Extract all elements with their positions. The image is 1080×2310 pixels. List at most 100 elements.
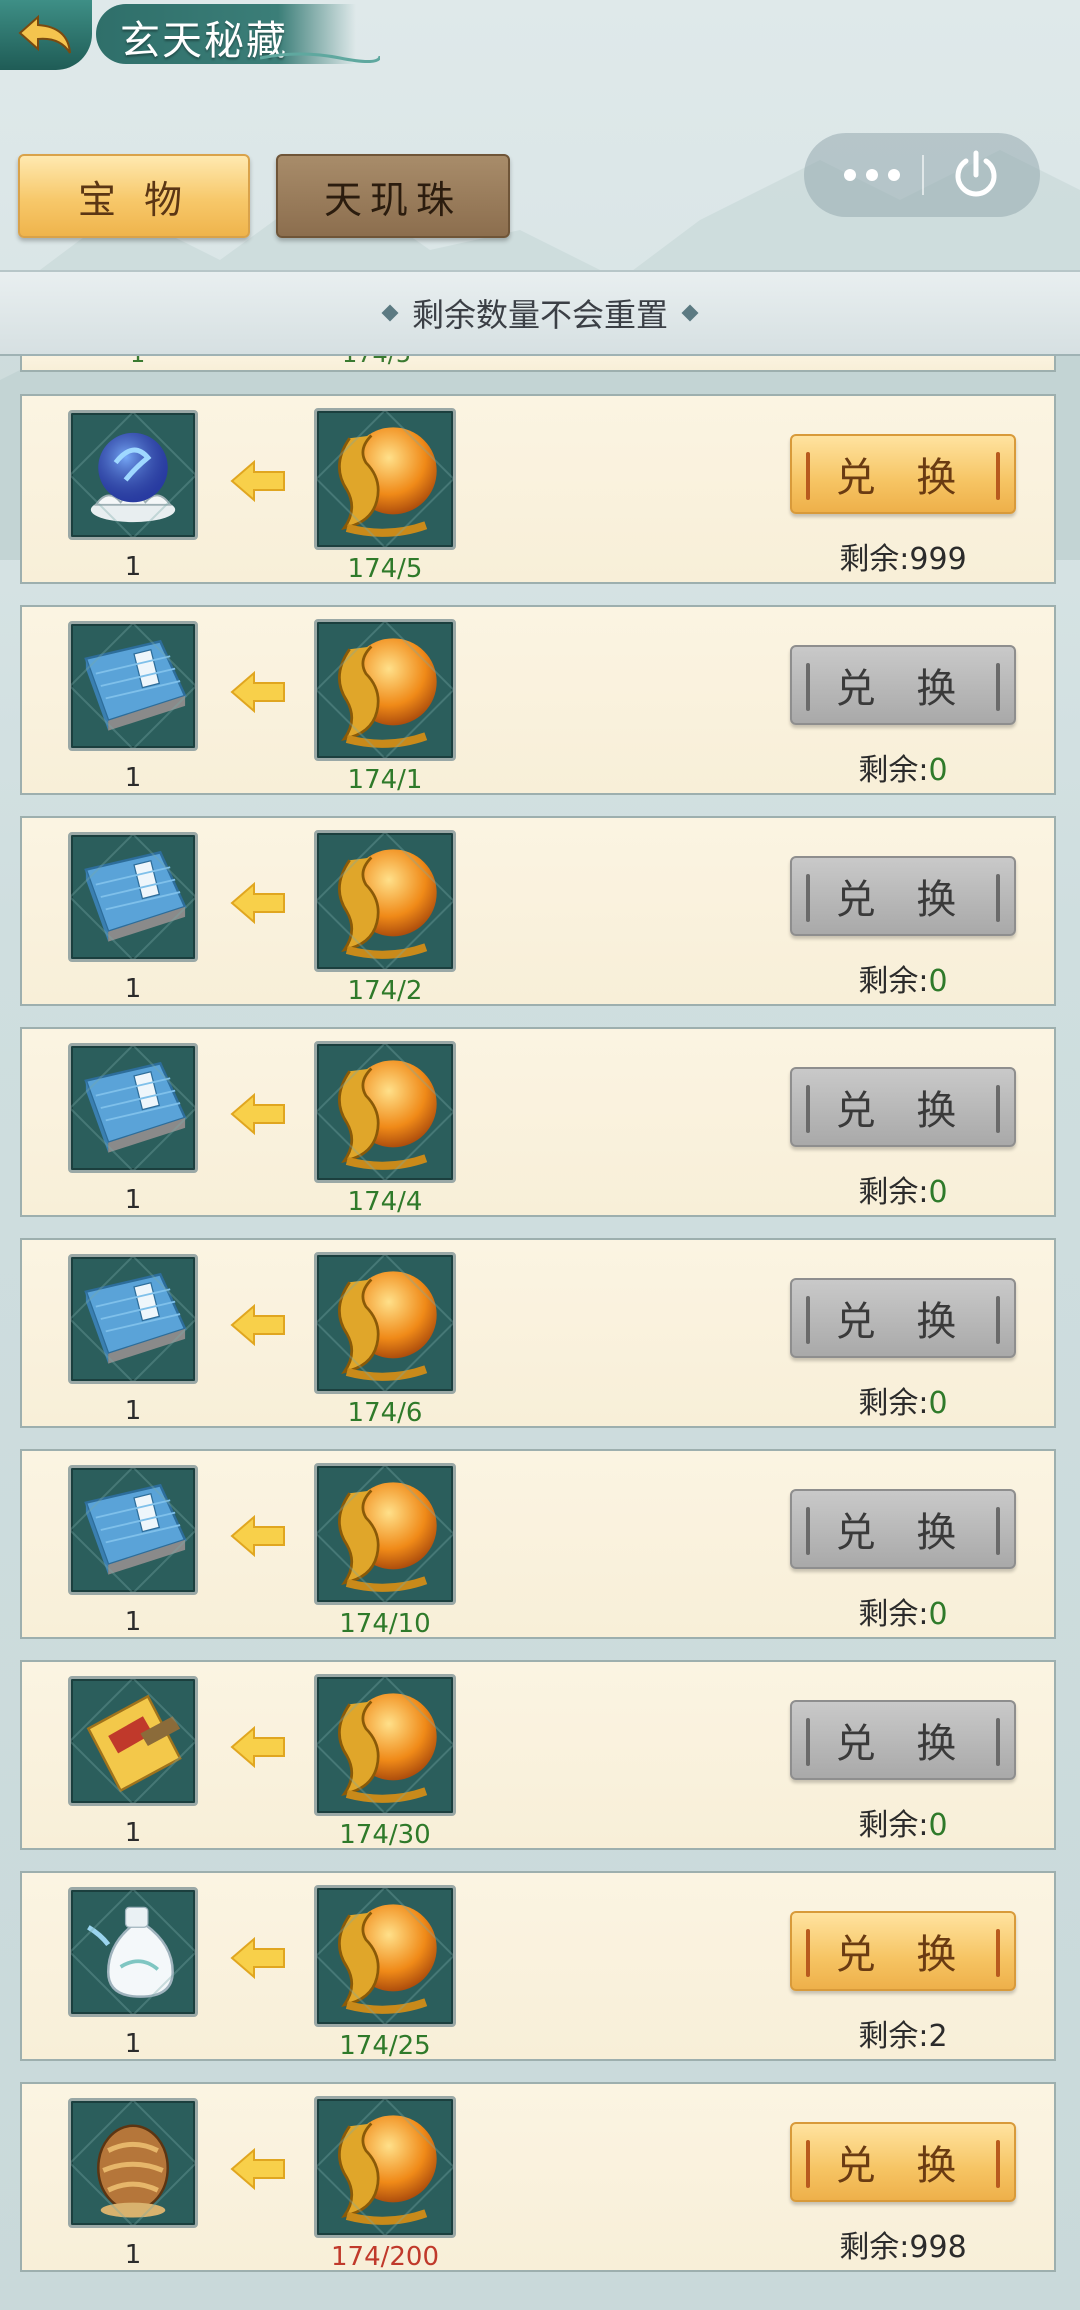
button-bar-left bbox=[806, 1296, 810, 1344]
back-button[interactable] bbox=[0, 0, 92, 70]
diamond-right-icon bbox=[681, 304, 699, 322]
tab-treasure[interactable]: 宝 物 bbox=[18, 154, 250, 238]
exchange-button-label: 兑 换 bbox=[835, 1299, 971, 1345]
remaining-count: 剩余:2 bbox=[774, 2011, 1032, 2055]
button-bar-left bbox=[806, 663, 810, 711]
button-bar-right bbox=[996, 1929, 1000, 1977]
remaining-label: 剩余: bbox=[858, 1597, 929, 1632]
button-bar-right bbox=[996, 1296, 1000, 1344]
blue-book-icon[interactable] bbox=[68, 832, 198, 962]
reward-quantity: 1 bbox=[124, 2240, 142, 2270]
tab-tianji-pearl[interactable]: 天玑珠 bbox=[276, 154, 510, 238]
reward-quantity: 1 bbox=[124, 1607, 142, 1637]
remaining-value: 0 bbox=[928, 964, 948, 999]
button-bar-left bbox=[806, 1085, 810, 1133]
exchange-arrow-icon bbox=[228, 458, 288, 504]
remaining-value: 0 bbox=[928, 753, 948, 788]
remaining-value: 0 bbox=[928, 1386, 948, 1421]
exchange-arrow-icon bbox=[228, 1513, 288, 1559]
dragon-egg-icon[interactable] bbox=[68, 2098, 198, 2228]
button-bar-right bbox=[996, 874, 1000, 922]
exchange-button-label: 兑 换 bbox=[835, 1510, 971, 1556]
cost-progress: 174/30 bbox=[339, 1820, 431, 1850]
yellow-letter-icon[interactable] bbox=[68, 1676, 198, 1806]
remaining-count: 剩余:0 bbox=[774, 745, 1032, 789]
top-bar: 玄天秘藏 bbox=[0, 0, 1080, 90]
remaining-label: 剩余: bbox=[858, 2019, 929, 2054]
more-button[interactable] bbox=[832, 153, 912, 197]
remaining-value: 999 bbox=[909, 542, 967, 577]
golden-dragon-pearl-icon[interactable] bbox=[314, 619, 456, 761]
remaining-label: 剩余: bbox=[858, 1175, 929, 1210]
exchange-row: 1 174/2 兑 换 剩余:0 bbox=[20, 816, 1056, 1006]
golden-dragon-pearl-icon[interactable] bbox=[314, 1674, 456, 1816]
exchange-row: 1 174/10 兑 换 剩余:0 bbox=[20, 1449, 1056, 1639]
reward-quantity: 1 bbox=[124, 2029, 142, 2059]
remaining-count: 剩余:0 bbox=[774, 1800, 1032, 1844]
remaining-count: 剩余:0 bbox=[774, 1589, 1032, 1633]
blue-book-icon[interactable] bbox=[68, 1254, 198, 1384]
exchange-row: 1 174/4 兑 换 剩余:0 bbox=[20, 1027, 1056, 1217]
title-swoosh-ornament bbox=[260, 52, 380, 63]
exchange-button-label: 兑 换 bbox=[835, 877, 971, 923]
exchange-button[interactable]: 兑 换 bbox=[790, 1911, 1016, 1991]
white-vase-icon[interactable] bbox=[68, 1887, 198, 2017]
exchange-row: 1 174/25 兑 换 剩余:2 bbox=[20, 1871, 1056, 2061]
button-bar-right bbox=[996, 1507, 1000, 1555]
exchange-row: 1 174/6 兑 换 剩余:0 bbox=[20, 1238, 1056, 1428]
exchange-button[interactable]: 兑 换 bbox=[790, 856, 1016, 936]
exchange-button-label: 兑 换 bbox=[835, 455, 971, 501]
reward-quantity: 1 bbox=[124, 1185, 142, 1215]
remaining-count: 剩余:998 bbox=[774, 2222, 1032, 2266]
notice-text: 剩余数量不会重置 bbox=[411, 296, 668, 334]
exchange-list[interactable]: 1 174/5 1 174/5 兑 换 剩余:999 1 174/1 兑 换 剩… bbox=[0, 352, 1080, 2310]
remaining-count: 剩余:999 bbox=[774, 534, 1032, 578]
exchange-button[interactable]: 兑 换 bbox=[790, 2122, 1016, 2202]
exchange-row: 1 174/1 兑 换 剩余:0 bbox=[20, 605, 1056, 795]
cost-progress: 174/2 bbox=[347, 976, 423, 1006]
cost-progress: 174/25 bbox=[339, 2031, 431, 2061]
exchange-button[interactable]: 兑 换 bbox=[790, 1278, 1016, 1358]
reward-quantity: 1 bbox=[124, 974, 142, 1004]
exchange-button-label: 兑 换 bbox=[835, 1721, 971, 1767]
exchange-button[interactable]: 兑 换 bbox=[790, 1489, 1016, 1569]
golden-dragon-pearl-icon[interactable] bbox=[314, 2096, 456, 2238]
exchange-button[interactable]: 兑 换 bbox=[790, 1067, 1016, 1147]
exchange-arrow-icon bbox=[228, 2146, 288, 2192]
golden-dragon-pearl-icon[interactable] bbox=[314, 1885, 456, 2027]
remaining-label: 剩余: bbox=[839, 542, 910, 577]
golden-dragon-pearl-icon[interactable] bbox=[314, 830, 456, 972]
blue-book-icon[interactable] bbox=[68, 1465, 198, 1595]
button-bar-left bbox=[806, 1507, 810, 1555]
remaining-count: 剩余:0 bbox=[774, 1378, 1032, 1422]
exchange-button[interactable]: 兑 换 bbox=[790, 645, 1016, 725]
button-bar-right bbox=[996, 663, 1000, 711]
reward-quantity: 1 bbox=[124, 1396, 142, 1426]
cost-progress: 174/5 bbox=[347, 554, 423, 584]
button-bar-right bbox=[996, 452, 1000, 500]
blue-book-icon[interactable] bbox=[68, 1043, 198, 1173]
button-bar-left bbox=[806, 452, 810, 500]
remaining-value: 0 bbox=[928, 1597, 948, 1632]
remaining-label: 剩余: bbox=[858, 1808, 929, 1843]
golden-dragon-pearl-icon[interactable] bbox=[314, 408, 456, 550]
remaining-value: 998 bbox=[909, 2230, 967, 2265]
exchange-button[interactable]: 兑 换 bbox=[790, 434, 1016, 514]
golden-dragon-pearl-icon[interactable] bbox=[314, 1463, 456, 1605]
cost-progress: 174/1 bbox=[347, 765, 423, 795]
exchange-arrow-icon bbox=[228, 1724, 288, 1770]
diamond-left-icon bbox=[381, 304, 399, 322]
exchange-arrow-icon bbox=[228, 1302, 288, 1348]
notice-strip: 剩余数量不会重置 bbox=[0, 270, 1080, 356]
golden-dragon-pearl-icon[interactable] bbox=[314, 1252, 456, 1394]
exchange-arrow-icon bbox=[228, 1091, 288, 1137]
remaining-label: 剩余: bbox=[858, 1386, 929, 1421]
blue-book-icon[interactable] bbox=[68, 621, 198, 751]
blue-orb-lotus-icon[interactable] bbox=[68, 410, 198, 540]
exchange-button-label: 兑 换 bbox=[835, 2143, 971, 2189]
close-button[interactable] bbox=[946, 149, 1006, 201]
more-dots-icon bbox=[844, 169, 900, 181]
remaining-label: 剩余: bbox=[839, 2230, 910, 2265]
golden-dragon-pearl-icon[interactable] bbox=[314, 1041, 456, 1183]
exchange-button[interactable]: 兑 换 bbox=[790, 1700, 1016, 1780]
